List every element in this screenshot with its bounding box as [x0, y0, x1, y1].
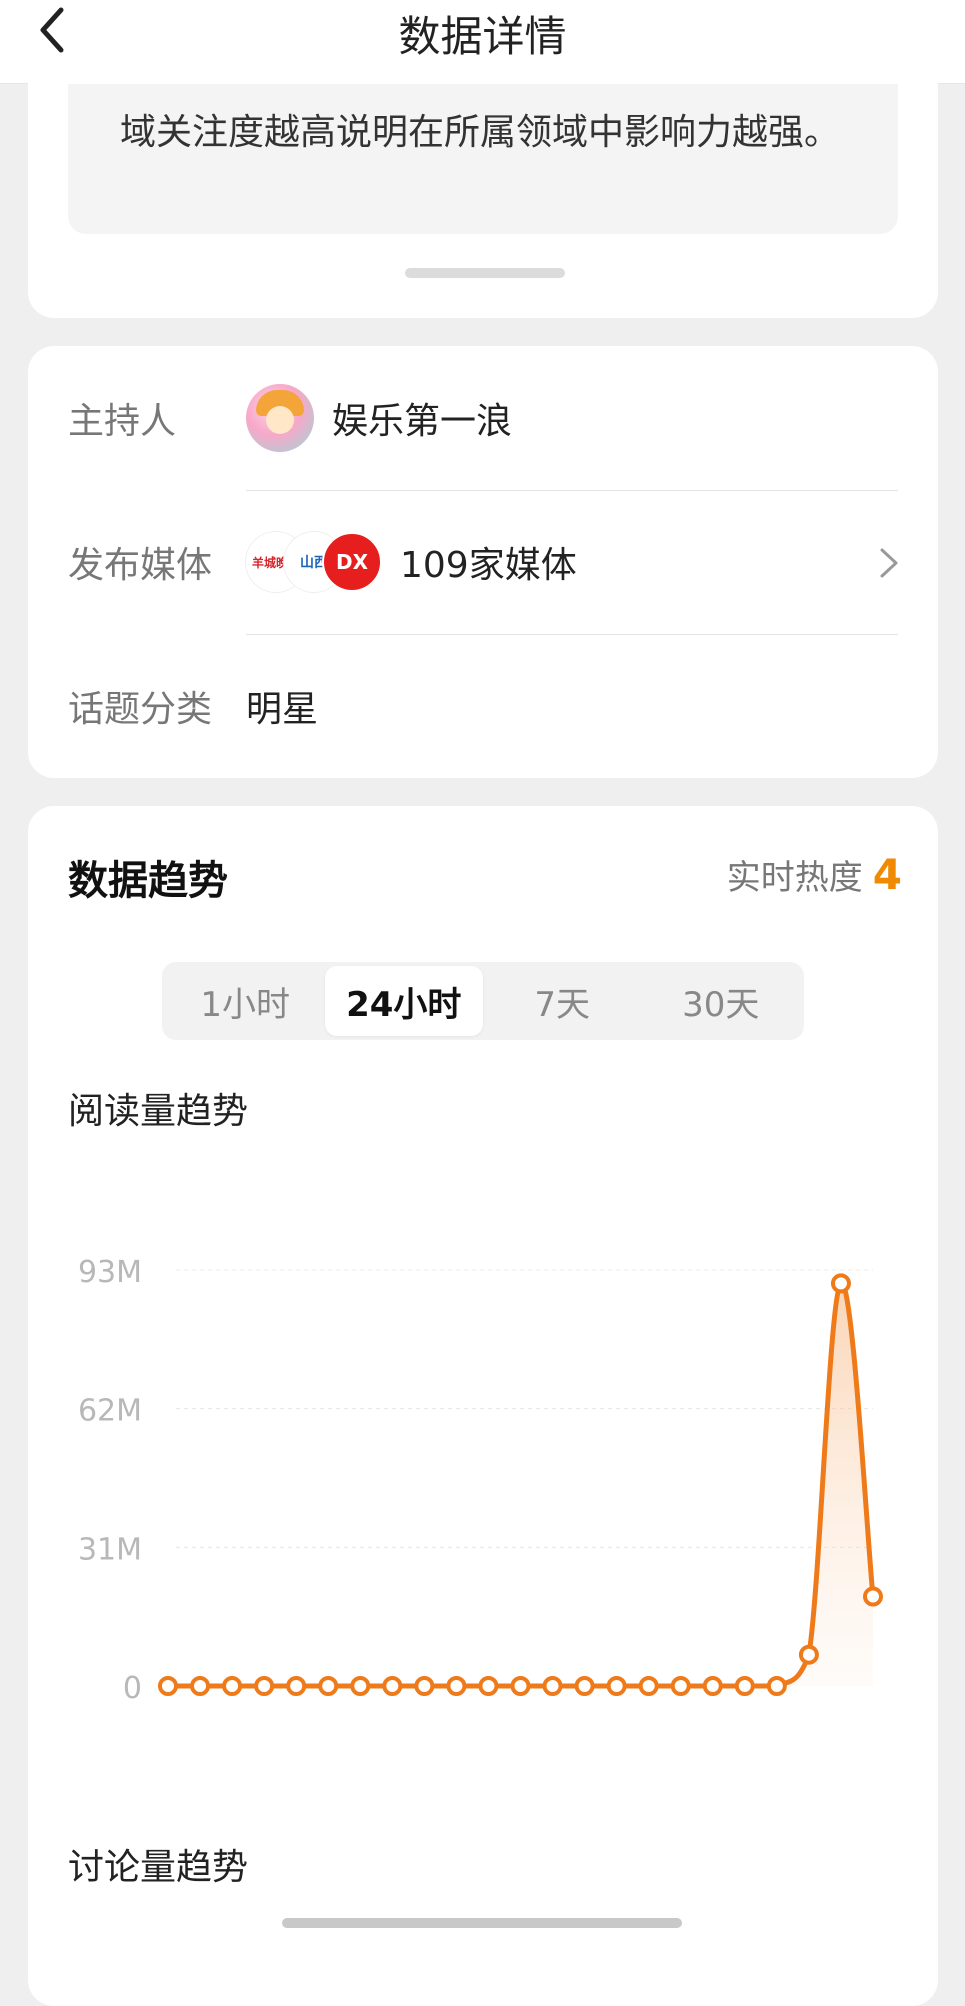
data-point[interactable]	[830, 1273, 851, 1294]
data-point[interactable]	[574, 1676, 595, 1696]
time-range-tabs: 1小时 24小时 7天 30天	[162, 962, 804, 1040]
data-point[interactable]	[286, 1676, 307, 1696]
topic-info-card: 主持人 娱乐第一浪 发布媒体 羊城晚报 山西 DX 109家媒体 话题分类 明星	[28, 346, 938, 778]
data-point[interactable]	[414, 1676, 435, 1696]
data-point[interactable]	[766, 1676, 787, 1696]
host-name[interactable]: 娱乐第一浪	[332, 392, 512, 444]
page-title: 数据详情	[398, 12, 567, 61]
data-point[interactable]	[350, 1676, 371, 1696]
chart-title: 阅读量趋势	[68, 1091, 249, 1132]
host-avatar[interactable]	[246, 384, 314, 452]
data-point[interactable]	[446, 1676, 467, 1696]
data-point[interactable]	[254, 1676, 275, 1696]
section-title: 数据趋势	[68, 858, 228, 904]
y-tick-label: 0	[123, 1671, 142, 1706]
host-label: 主持人	[68, 401, 177, 442]
host-row[interactable]: 主持人 娱乐第一浪	[28, 346, 938, 490]
media-logo-dx: DX	[322, 532, 382, 592]
discussion-chart-title: 讨论量趋势	[68, 1847, 249, 1888]
data-point[interactable]	[158, 1676, 178, 1696]
data-point[interactable]	[318, 1676, 339, 1696]
data-point[interactable]	[606, 1676, 627, 1696]
heat-label: 实时热度	[726, 858, 863, 898]
media-label: 发布媒体	[68, 545, 213, 586]
realtime-heat: 实时热度 4	[727, 850, 902, 899]
data-point[interactable]	[222, 1676, 243, 1696]
y-tick-label: 93M	[78, 1255, 142, 1290]
heat-value: 4	[872, 850, 902, 899]
tab-30d[interactable]: 30天	[642, 966, 801, 1036]
data-point[interactable]	[382, 1676, 403, 1696]
data-point[interactable]	[798, 1644, 819, 1665]
category-label: 话题分类	[68, 689, 213, 730]
data-point[interactable]	[670, 1676, 691, 1696]
data-point[interactable]	[734, 1676, 755, 1696]
tab-24h[interactable]: 24小时	[324, 966, 483, 1036]
tab-1h[interactable]: 1小时	[166, 966, 325, 1036]
back-button[interactable]	[30, 4, 74, 56]
data-point[interactable]	[863, 1586, 883, 1607]
trend-card: 数据趋势 实时热度 4 1小时 24小时 7天 30天 阅读量趋势 0 31M 62…	[28, 806, 938, 2006]
description-card: 域关注度越高说明在所属领域中影响力越强。	[28, 70, 938, 318]
category-row: 话题分类 明星	[28, 634, 938, 778]
data-point[interactable]	[638, 1676, 659, 1696]
data-point[interactable]	[190, 1676, 211, 1696]
data-point[interactable]	[510, 1676, 531, 1696]
series-area	[168, 1283, 873, 1686]
tab-7d[interactable]: 7天	[483, 966, 642, 1036]
series-line	[168, 1280, 876, 1689]
description-text: 域关注度越高说明在所属领域中影响力越强。	[68, 84, 898, 234]
chevron-left-icon	[40, 7, 64, 53]
scroll-indicator	[405, 268, 565, 278]
chevron-right-icon	[880, 548, 898, 578]
data-point[interactable]	[702, 1676, 723, 1696]
data-point[interactable]	[478, 1676, 499, 1696]
data-point[interactable]	[542, 1676, 563, 1696]
read-trend-chart: 031M62M93M16:0021:0002:0007:0012:00	[78, 1255, 883, 1706]
category-value: 明星	[246, 689, 319, 730]
home-indicator	[282, 1918, 682, 1928]
media-row[interactable]: 发布媒体 羊城晚报 山西 DX 109家媒体	[28, 490, 938, 634]
media-count: 109家媒体	[400, 545, 577, 586]
y-tick-label: 31M	[78, 1532, 142, 1567]
y-tick-label: 62M	[78, 1394, 142, 1429]
media-logos: 羊城晚报 山西 DX	[246, 532, 382, 592]
